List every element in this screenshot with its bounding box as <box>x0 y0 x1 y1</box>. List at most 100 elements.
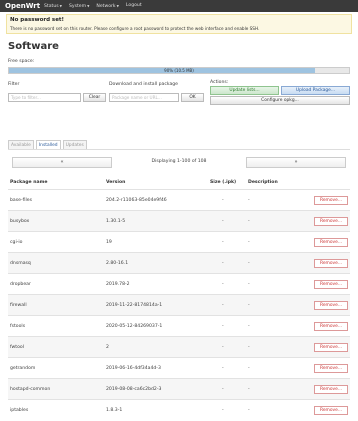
main-menu: Status▼ System▼ Network▼ Logout <box>44 0 142 13</box>
version-cell: 204.2-r11063-85e04e9f46 <box>106 198 167 203</box>
col-header-description: Description <box>248 180 278 185</box>
size-cell: - <box>222 345 224 350</box>
package-name-cell: cgi-io <box>10 240 23 245</box>
package-name-cell: busybox <box>10 219 30 224</box>
remove-button[interactable]: Remove... <box>314 259 348 268</box>
version-cell: 2019.78-2 <box>106 282 130 287</box>
remove-button[interactable]: Remove... <box>314 364 348 373</box>
filter-label: Filter <box>8 82 20 87</box>
next-page-button[interactable]: » <box>246 157 346 168</box>
package-name-cell: getrandom <box>10 366 36 371</box>
menu-logout[interactable]: Logout <box>126 0 142 13</box>
table-row: busybox 1.30.1-5 - - Remove... <box>8 210 350 232</box>
remove-button[interactable]: Remove... <box>314 238 348 247</box>
size-cell: - <box>222 303 224 308</box>
version-cell: 2.80-16.1 <box>106 261 129 266</box>
free-space-label: Free space: <box>8 59 35 64</box>
package-name-cell: dnsmasq <box>10 261 31 266</box>
version-cell: 2019-08-08-ca6c2bd2-3 <box>106 387 162 392</box>
table-row: dnsmasq 2.80-16.1 - - Remove... <box>8 252 350 274</box>
table-row: base-files 204.2-r11063-85e04e9f46 - - Remov… <box>8 189 350 211</box>
size-cell: - <box>222 366 224 371</box>
table-row: hostapd-common 2019-08-08-ca6c2bd2-3 - - Rem… <box>8 378 350 400</box>
free-space-text: 90% (10.5 MB) <box>164 68 194 73</box>
page-title: Software <box>8 41 59 52</box>
no-password-alert: No password set! There is no password se… <box>6 14 352 34</box>
size-cell: - <box>222 219 224 224</box>
size-cell: - <box>222 408 224 413</box>
description-cell: - <box>248 366 250 371</box>
menu-system-label: System <box>68 4 87 9</box>
table-row: cgi-io 19 - - Remove... <box>8 231 350 253</box>
free-space-bar: 90% (10.5 MB) <box>8 67 350 74</box>
table-row: dropbear 2019.78-2 - - Remove... <box>8 273 350 295</box>
description-cell: - <box>248 240 250 245</box>
col-header-size: Size (.ipk) <box>210 180 237 185</box>
version-cell: 19 <box>106 240 112 245</box>
remove-button[interactable]: Remove... <box>314 301 348 310</box>
remove-button[interactable]: Remove... <box>314 385 348 394</box>
remove-button[interactable]: Remove... <box>314 217 348 226</box>
col-header-version: Version <box>106 180 126 185</box>
clear-button[interactable]: Clear <box>83 93 106 102</box>
size-cell: - <box>222 282 224 287</box>
caret-down-icon: ▼ <box>87 4 90 8</box>
tab-divider <box>8 149 350 150</box>
package-name-input[interactable]: Package name or URL... <box>109 93 179 102</box>
install-label: Download and install package <box>109 82 179 87</box>
remove-button[interactable]: Remove... <box>314 406 348 415</box>
remove-button[interactable]: Remove... <box>314 280 348 289</box>
table-row: iptables 1.8.3-1 - - Remove... <box>8 399 350 421</box>
actions-label: Actions: <box>210 80 229 85</box>
package-name-cell: hostapd-common <box>10 387 51 392</box>
package-name-cell: fwtool <box>10 345 24 350</box>
package-name-cell: base-files <box>10 198 32 203</box>
upload-package-button[interactable]: Upload Package... <box>281 86 350 95</box>
version-cell: 1.8.3-1 <box>106 408 123 413</box>
remove-button[interactable]: Remove... <box>314 322 348 331</box>
description-cell: - <box>248 303 250 308</box>
description-cell: - <box>248 408 250 413</box>
alert-message: There is no password set on this router.… <box>10 26 260 31</box>
description-cell: - <box>248 282 250 287</box>
menu-status-label: Status <box>44 4 59 9</box>
install-ok-button[interactable]: OK <box>181 93 204 102</box>
size-cell: - <box>222 324 224 329</box>
caret-down-icon: ▼ <box>59 4 62 8</box>
package-name-cell: fstools <box>10 324 26 329</box>
top-navbar: OpenWrt Status▼ System▼ Network▼ Logout <box>0 0 358 12</box>
package-name-cell: iptables <box>10 408 29 413</box>
alert-title: No password set! <box>10 17 65 23</box>
package-name-cell: dropbear <box>10 282 31 287</box>
brand-logo[interactable]: OpenWrt <box>5 0 40 12</box>
size-cell: - <box>222 240 224 245</box>
configure-opkg-button[interactable]: Configure opkg... <box>210 96 350 105</box>
pager: « Displaying 1-100 of 108 » <box>8 157 350 168</box>
menu-network[interactable]: Network▼ <box>96 0 119 13</box>
menu-status[interactable]: Status▼ <box>44 0 62 13</box>
remove-button[interactable]: Remove... <box>314 343 348 352</box>
version-cell: 1.30.1-5 <box>106 219 126 224</box>
update-lists-button[interactable]: Update lists... <box>210 86 279 95</box>
remove-button[interactable]: Remove... <box>314 196 348 205</box>
caret-down-icon: ▼ <box>116 4 119 8</box>
package-name-cell: firewall <box>10 303 27 308</box>
description-cell: - <box>248 261 250 266</box>
description-cell: - <box>248 387 250 392</box>
description-cell: - <box>248 198 250 203</box>
menu-system[interactable]: System▼ <box>69 0 89 13</box>
description-cell: - <box>248 219 250 224</box>
version-cell: 2019-11-22-8174814a-1 <box>106 303 163 308</box>
table-row: fwtool 2 - - Remove... <box>8 336 350 358</box>
filter-input[interactable]: Type to filter... <box>8 93 81 102</box>
description-cell: - <box>248 345 250 350</box>
table-row: firewall 2019-11-22-8174814a-1 - - Remove... <box>8 294 350 316</box>
version-cell: 2 <box>106 345 109 350</box>
table-row: fstools 2020-05-12-84269037-1 - - Remove... <box>8 315 350 337</box>
description-cell: - <box>248 324 250 329</box>
size-cell: - <box>222 198 224 203</box>
size-cell: - <box>222 387 224 392</box>
version-cell: 2020-05-12-84269037-1 <box>106 324 163 329</box>
menu-network-label: Network <box>96 4 116 9</box>
size-cell: - <box>222 261 224 266</box>
